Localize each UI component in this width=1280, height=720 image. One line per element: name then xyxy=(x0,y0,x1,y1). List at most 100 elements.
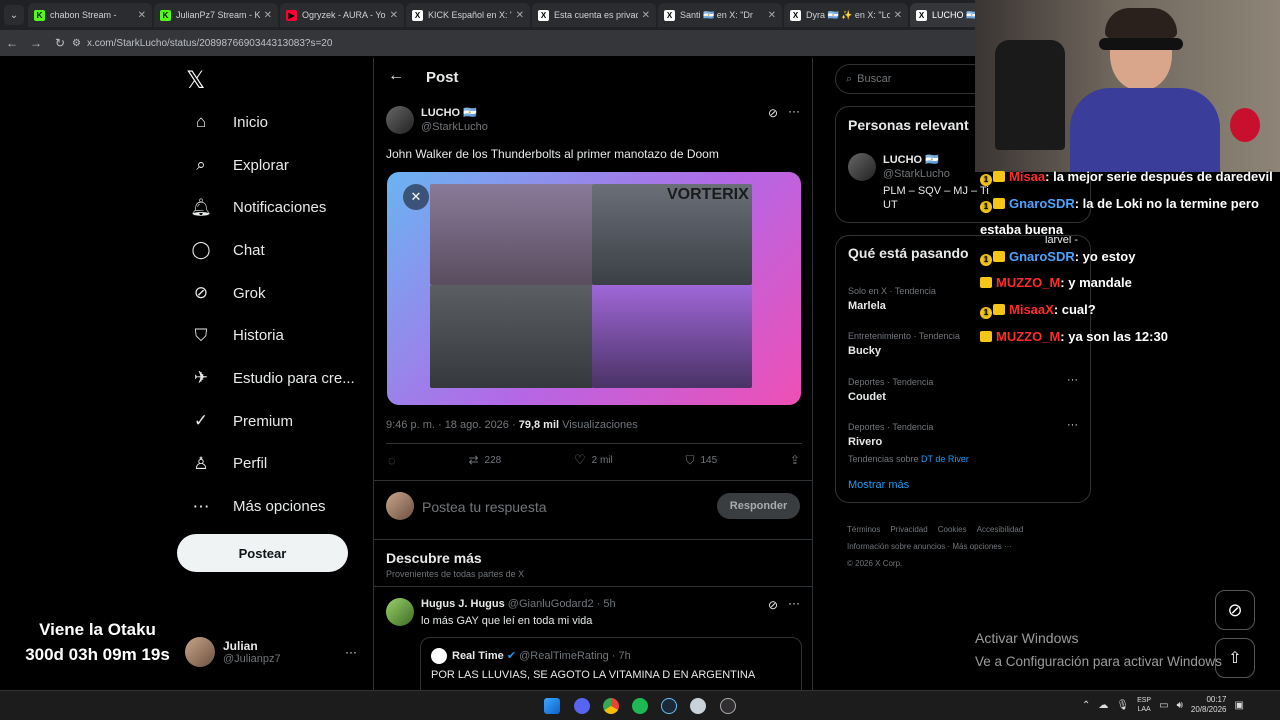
tab-favicon-icon: K xyxy=(160,9,171,21)
ccleaner-icon[interactable] xyxy=(690,698,706,714)
more-icon[interactable]: ··· xyxy=(788,596,800,610)
chat-username[interactable]: MisaaX xyxy=(1009,302,1054,317)
browser-tab[interactable]: ▶ Ogryzek - AURA - You ✕ xyxy=(280,3,404,27)
bookmark-button[interactable]: ⛉ 145 xyxy=(685,452,717,468)
discord-icon[interactable] xyxy=(574,698,590,714)
tweet-text: lo más GAY que leí en toda mi vida xyxy=(421,615,593,627)
chat-username[interactable]: GnaroSDR xyxy=(1009,249,1075,264)
close-icon[interactable]: ✕ xyxy=(403,184,429,210)
back-arrow-icon[interactable]: ← xyxy=(388,67,404,85)
nav-item-perfil[interactable]: ♙ Perfil xyxy=(184,443,374,486)
grok-icon[interactable]: ⊘ xyxy=(768,106,778,120)
onedrive-icon[interactable]: ☁ xyxy=(1098,700,1108,711)
tab-menu-button[interactable]: ⌄ xyxy=(4,5,24,25)
nav-item-chat[interactable]: ◯ Chat xyxy=(184,229,374,272)
retweet-button[interactable]: ⇄ 228 xyxy=(468,452,501,468)
like-button[interactable]: ♡ 2 mil xyxy=(574,452,613,468)
reply-input[interactable]: Postea tu respuesta xyxy=(422,499,547,515)
steam-icon[interactable] xyxy=(661,698,677,714)
trend-context-link[interactable]: DT de River xyxy=(921,454,969,464)
more-icon[interactable]: ··· xyxy=(1067,419,1078,431)
reply-submit-button[interactable]: Responder xyxy=(717,493,800,519)
trend-item[interactable]: Deportes · Tendencia Rivero Tendencias sob… xyxy=(848,419,1078,464)
tab-close-icon[interactable]: ✕ xyxy=(642,10,650,21)
quoted-tweet[interactable]: Real Time ✔ @RealTimeRating · 7h POR LAS… xyxy=(420,637,802,690)
tab-close-icon[interactable]: ✕ xyxy=(516,10,524,21)
tab-close-icon[interactable]: ✕ xyxy=(390,10,398,21)
back-icon[interactable]: ← xyxy=(0,36,24,50)
post-timestamp[interactable]: 9:46 p. m. · 18 ago. 2026 · xyxy=(386,419,519,431)
reply-button[interactable]: ◌ xyxy=(388,452,396,468)
chrome-icon[interactable] xyxy=(603,698,619,714)
browser-tab[interactable]: X KICK Español en X: " ✕ xyxy=(406,3,530,27)
more-icon[interactable]: ··· xyxy=(1067,374,1078,386)
footer-link[interactable]: Términos xyxy=(847,525,880,534)
nav-item-premium[interactable]: ✓ Premium xyxy=(184,400,374,443)
tab-close-icon[interactable]: ✕ xyxy=(768,10,776,21)
x-logo[interactable]: 𝕏 xyxy=(186,66,205,95)
tab-favicon-icon: K xyxy=(34,9,45,21)
footer-link[interactable]: Accesibilidad xyxy=(977,525,1024,534)
tweet-avatar[interactable] xyxy=(386,598,414,626)
person-avatar[interactable] xyxy=(848,153,876,181)
lang-line1: ESP xyxy=(1137,697,1152,704)
chat-username[interactable]: MUZZO_M xyxy=(996,329,1060,344)
nav-item-estudio-para-cre[interactable]: ✈ Estudio para cre... xyxy=(184,357,374,400)
nav-item-historia[interactable]: ⛉ Historia xyxy=(184,314,374,357)
nav-item-notificaciones[interactable]: 🔔︎ Notificaciones xyxy=(184,186,374,229)
tab-close-icon[interactable]: ✕ xyxy=(894,10,902,21)
account-switcher[interactable]: Julian @Julianpz7 ··· xyxy=(185,637,365,667)
post-author-handle[interactable]: @StarkLucho xyxy=(421,121,488,133)
post-button[interactable]: Postear xyxy=(177,534,348,572)
browser-tab[interactable]: K JulianPz7 Stream - Ki ✕ xyxy=(154,3,278,27)
browser-tab[interactable]: X Dyra 🇦🇷 ✨ en X: "Lo ✕ xyxy=(784,3,908,27)
nav-item-grok[interactable]: ⊘ Grok xyxy=(184,272,374,315)
url-field[interactable]: x.com/StarkLucho/status/2089876690344313… xyxy=(87,38,332,49)
spotify-icon[interactable] xyxy=(632,698,648,714)
more-icon[interactable]: ··· xyxy=(345,645,357,659)
chat-username[interactable]: Misaa xyxy=(1009,169,1045,184)
site-info-icon[interactable]: ⚙ xyxy=(72,38,81,49)
share-button[interactable]: ⇪ xyxy=(790,452,800,468)
nav-item-label: Grok xyxy=(233,284,266,302)
footer-links: Términos Privacidad Cookies Accesibilidad I… xyxy=(847,521,1087,572)
person-name[interactable]: LUCHO 🇦🇷 xyxy=(883,153,989,166)
tweet-handle[interactable]: @GianluGodard2 · 5h xyxy=(508,598,616,610)
tray-chevron-icon[interactable]: ⌃ xyxy=(1082,700,1090,711)
post-author-name[interactable]: LUCHO 🇦🇷 xyxy=(421,106,488,119)
post-author-avatar[interactable] xyxy=(386,106,414,134)
post-video[interactable]: VORTERIX ✕ xyxy=(387,172,801,405)
language-indicator[interactable]: ESP LAA xyxy=(1137,696,1151,714)
footer-line2[interactable]: Información sobre anuncios · Más opcione… xyxy=(847,538,1087,555)
grok-icon[interactable]: ⊘ xyxy=(768,598,778,612)
footer-link[interactable]: Cookies xyxy=(938,525,967,534)
network-icon[interactable]: ▭ xyxy=(1159,700,1168,711)
page-title: Post xyxy=(426,69,459,86)
clock[interactable]: 00:17 20/8/2026 xyxy=(1191,695,1227,715)
browser-tab[interactable]: X Santi 🇦🇷 en X: "Dr ✕ xyxy=(658,3,782,27)
tweet-author[interactable]: Hugus J. Hugus xyxy=(421,598,505,610)
tab-favicon-icon: X xyxy=(916,9,927,21)
notification-icon[interactable]: ▣ xyxy=(1234,700,1243,711)
chat-username[interactable]: GnaroSDR xyxy=(1009,196,1075,211)
tab-close-icon[interactable]: ✕ xyxy=(264,10,272,21)
grok-floating-button[interactable]: ⊘ xyxy=(1215,590,1255,630)
browser-tab[interactable]: X Esta cuenta es privad ✕ xyxy=(532,3,656,27)
nav-item-inicio[interactable]: ⌂ Inicio xyxy=(184,101,374,144)
browser-tab[interactable]: Kchabon Stream - ✕ xyxy=(28,3,152,27)
chat-username[interactable]: MUZZO_M xyxy=(996,275,1060,290)
more-icon[interactable]: ··· xyxy=(788,104,800,118)
trend-item[interactable]: Deportes · Tendencia Coudet ··· xyxy=(848,374,1078,403)
reload-icon[interactable]: ↻ xyxy=(48,36,72,50)
nav-item-explorar[interactable]: ⌕ Explorar xyxy=(184,144,374,187)
nav-item-más-opciones[interactable]: ⋯ Más opciones xyxy=(184,485,374,528)
start-icon[interactable] xyxy=(544,698,560,714)
person-handle[interactable]: @StarkLucho xyxy=(883,168,989,180)
volume-icon[interactable]: 🔊︎ xyxy=(1177,700,1183,711)
mic-icon[interactable]: 🎙︎ xyxy=(1116,700,1129,711)
tab-close-icon[interactable]: ✕ xyxy=(138,10,146,21)
obs-icon[interactable] xyxy=(720,698,736,714)
forward-icon[interactable]: → xyxy=(24,36,48,50)
show-more-link[interactable]: Mostrar más xyxy=(848,479,909,491)
footer-link[interactable]: Privacidad xyxy=(890,525,927,534)
